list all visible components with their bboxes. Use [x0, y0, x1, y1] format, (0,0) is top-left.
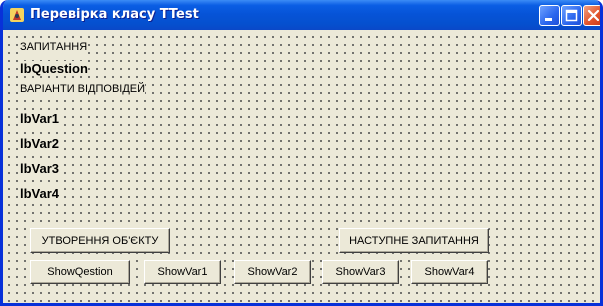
answer-label-3: lbVar3: [20, 161, 60, 176]
window-title: Перевірка класу TTest: [30, 7, 199, 22]
answer-label-1: lbVar1: [20, 111, 60, 126]
show-var4-button[interactable]: ShowVar4: [411, 260, 488, 284]
question-caption-label: ЗАПИТАННЯ: [20, 41, 88, 54]
main-window: Перевірка класу TTest ЗАПИТАННЯ lbQuesti…: [0, 0, 603, 306]
answer-label-4: lbVar4: [20, 186, 60, 201]
show-var3-button[interactable]: ShowVar3: [322, 260, 399, 284]
show-var1-button[interactable]: ShowVar1: [144, 260, 221, 284]
minimize-icon: [545, 18, 552, 21]
minimize-button[interactable]: [539, 5, 560, 26]
close-button[interactable]: [583, 5, 600, 26]
delphi-app-icon[interactable]: [9, 7, 25, 23]
maximize-icon: [565, 9, 578, 22]
form-client-area: ЗАПИТАННЯ lbQuestion ВАРІАНТИ ВІДПОВІДЕЙ…: [3, 30, 600, 303]
question-label: lbQuestion: [20, 61, 88, 76]
maximize-button[interactable]: [561, 5, 582, 26]
answer-label-2: lbVar2: [20, 136, 60, 151]
close-icon: [587, 9, 600, 22]
next-question-button[interactable]: НАСТУПНЕ ЗАПИТАННЯ: [339, 228, 489, 253]
create-object-button[interactable]: УТВОРЕННЯ ОБ'ЄКТУ: [30, 228, 170, 253]
show-var2-button[interactable]: ShowVar2: [234, 260, 311, 284]
show-question-button[interactable]: ShowQestion: [30, 260, 130, 284]
answers-caption-label: ВАРІАНТИ ВІДПОВІДЕЙ: [20, 83, 146, 96]
title-bar[interactable]: Перевірка класу TTest: [3, 0, 600, 30]
